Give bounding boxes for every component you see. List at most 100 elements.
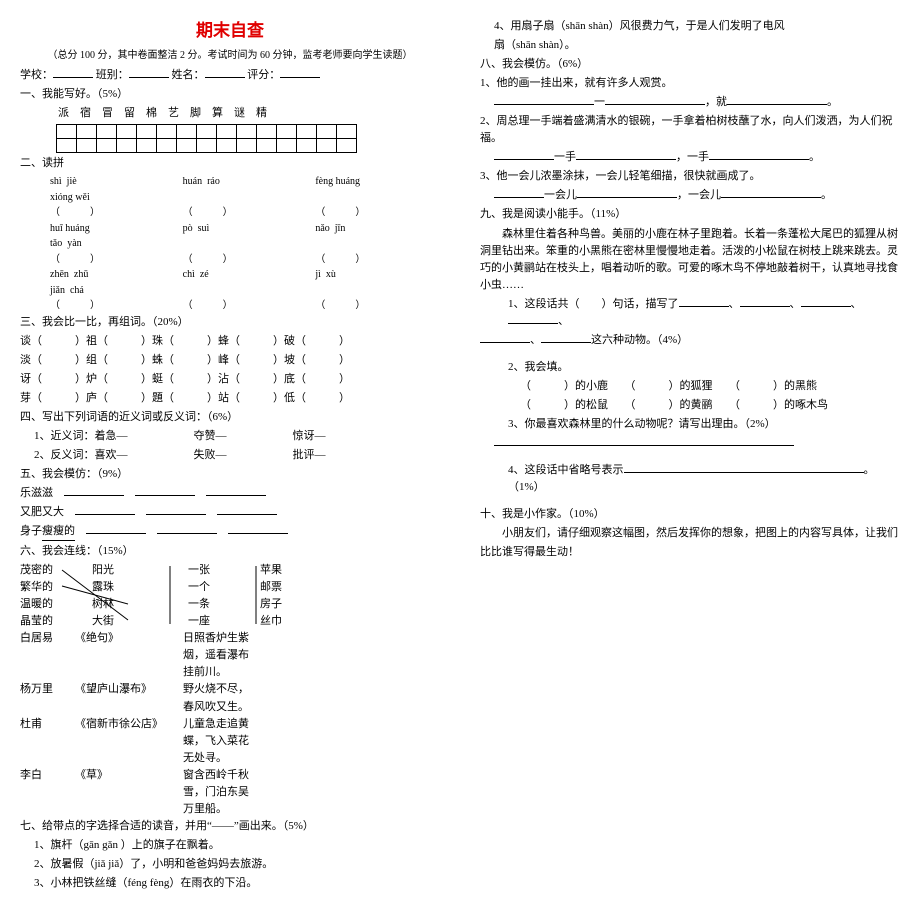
answer-paren[interactable]: （ ）: [50, 252, 175, 268]
student-info: 学校： 班别： 姓名： 评分：: [20, 67, 440, 84]
answer-paren[interactable]: （ ）: [183, 298, 308, 314]
q6-poem[interactable]: 李白《草》窗含西岭千秋雪，门泊东吴万里船。: [20, 767, 440, 818]
q9-blank[interactable]: [494, 435, 794, 446]
q9-q2a[interactable]: （ ）的小鹿 （ ）的狐狸 （ ）的黑熊: [480, 378, 900, 395]
q8-blank[interactable]: [709, 149, 809, 160]
pinyin: chì zé: [183, 267, 308, 283]
answer-paren[interactable]: （ ）: [50, 298, 175, 314]
match-item[interactable]: 大街: [92, 613, 164, 630]
q9-q4: 4、这段话中省略号表示: [508, 464, 624, 476]
q9-q2h: 2、我会填。: [480, 359, 900, 376]
q9-blank[interactable]: [679, 296, 729, 307]
q9-q2b[interactable]: （ ）的松鼠 （ ）的黄鹂 （ ）的啄木鸟: [480, 397, 900, 414]
q6-match[interactable]: 茂密的阳光 一张苹果 繁华的露珠 一个邮票 温暖的树林 一条房子 晶莹的大街 一座丝巾: [20, 562, 440, 630]
q2-row2: huī huáng pò suì nǎo jīn tǎo yàn: [50, 221, 440, 252]
match-item[interactable]: 露珠: [92, 579, 164, 596]
q6-poem[interactable]: 杜甫《宿新市徐公店》儿童急走追黄蝶，飞入菜花无处寻。: [20, 716, 440, 767]
q5-blank[interactable]: [86, 523, 146, 534]
q5-blank[interactable]: [157, 523, 217, 534]
q10-p2: 比比谁写得最生动！: [480, 544, 900, 561]
q3-l1[interactable]: 淡（ ）组（ ）蛛（ ）峰（ ）坡（ ）: [20, 352, 440, 369]
q9-blank[interactable]: [508, 313, 558, 324]
q9-blank[interactable]: [624, 462, 864, 473]
blank-name[interactable]: [205, 67, 245, 78]
q9-blank[interactable]: [801, 296, 851, 307]
pinyin: pò suì: [183, 221, 308, 237]
q6-poem[interactable]: 杨万里《望庐山瀑布》野火烧不尽，春风吹又生。: [20, 681, 440, 715]
q9-blank[interactable]: [740, 296, 790, 307]
q5-blank[interactable]: [206, 485, 266, 496]
q2-row3: zhēn zhū chì zé jì xù jiǎn chá: [50, 267, 440, 298]
q9-blank[interactable]: [480, 332, 530, 343]
blank-class[interactable]: [129, 67, 169, 78]
q8-blank[interactable]: [494, 187, 544, 198]
q3-l2[interactable]: 讶（ ）炉（ ）蜓（ ）沾（ ）底（ ）: [20, 371, 440, 388]
q2-heading: 二、读拼: [20, 155, 440, 172]
pinyin: huī huáng: [50, 221, 175, 237]
q8-blank[interactable]: [494, 94, 594, 105]
q5-blank[interactable]: [75, 504, 135, 515]
q8-blank[interactable]: [576, 149, 676, 160]
q4-heading: 四、写出下列词语的近义词或反义词：（6%）: [20, 409, 440, 426]
q8-word: ，就: [705, 96, 727, 108]
q8-blank[interactable]: [727, 94, 827, 105]
answer-paren[interactable]: （ ）: [183, 205, 308, 221]
answer-paren[interactable]: （ ）: [315, 205, 440, 221]
q7-l5[interactable]: 扇（shān shàn）。: [480, 37, 900, 54]
q8-s2: 2、周总理一手端着盛满清水的银碗，一手拿着柏树枝蘸了水，向人们泼洒，为人们祝福。: [480, 113, 900, 147]
match-item[interactable]: 一张: [188, 562, 260, 579]
q8-blank[interactable]: [577, 187, 677, 198]
q4-l2[interactable]: 2、反义词：喜欢— 失败— 批评—: [20, 447, 440, 464]
match-item[interactable]: 晶莹的: [20, 613, 92, 630]
q1-heading: 一、我能写好。（5%）: [20, 86, 440, 103]
q5-l3a: 身子: [20, 525, 42, 537]
blank-school[interactable]: [53, 67, 93, 78]
match-item[interactable]: 邮票: [260, 579, 332, 596]
q6-poem[interactable]: 白居易《绝句》日照香炉生紫烟，遥看瀑布挂前川。: [20, 630, 440, 681]
match-item[interactable]: 繁华的: [20, 579, 92, 596]
q5-blank[interactable]: [228, 523, 288, 534]
q3-l0[interactable]: 谈（ ）祖（ ）珠（ ）蜂（ ）破（ ）: [20, 333, 440, 350]
q7-l4[interactable]: 4、用扇子扇（shān shàn）风很费力气，于是人们发明了电风: [480, 18, 900, 35]
q10-heading: 十、我是小作家。（10%）: [480, 506, 900, 523]
answer-paren[interactable]: （ ）: [315, 252, 440, 268]
exam-title: 期末自查: [20, 18, 440, 44]
answer-paren[interactable]: （ ）: [315, 298, 440, 314]
q4-l1[interactable]: 1、近义词：着急— 夺赞— 惊讶—: [20, 428, 440, 445]
label-class: 班别：: [96, 69, 129, 81]
match-item[interactable]: 温暖的: [20, 596, 92, 613]
match-item[interactable]: 茂密的: [20, 562, 92, 579]
match-item[interactable]: 一个: [188, 579, 260, 596]
q5-blank[interactable]: [135, 485, 195, 496]
q8-word: ，一手: [676, 151, 709, 163]
q8-blank[interactable]: [605, 94, 705, 105]
q7-l2[interactable]: 2、放暑假（jiǎ jiǎ）了，小明和爸爸妈妈去旅游。: [20, 856, 440, 873]
q5-blank[interactable]: [146, 504, 206, 515]
answer-paren[interactable]: （ ）: [50, 205, 175, 221]
q1-boxgrid[interactable]: [56, 124, 357, 153]
match-item[interactable]: 房子: [260, 596, 332, 613]
match-item[interactable]: 一座: [188, 613, 260, 630]
q5-l2: 又肥又大: [20, 506, 64, 518]
match-item[interactable]: 阳光: [92, 562, 164, 579]
q8-blank[interactable]: [494, 149, 554, 160]
q5-blank[interactable]: [64, 485, 124, 496]
q7-l3[interactable]: 3、小林把铁丝缝（féng fèng）在雨衣的下沿。: [20, 875, 440, 892]
pinyin: shì jiè: [50, 174, 175, 190]
match-item[interactable]: 树林: [92, 596, 164, 613]
q5-blank[interactable]: [217, 504, 277, 515]
q9-blank[interactable]: [541, 332, 591, 343]
pinyin: jì xù: [315, 267, 440, 283]
q3-l3[interactable]: 芽（ ）庐（ ）題（ ）站（ ）低（ ）: [20, 390, 440, 407]
blank-score[interactable]: [280, 67, 320, 78]
match-item[interactable]: 苹果: [260, 562, 332, 579]
match-item[interactable]: 丝巾: [260, 613, 332, 630]
pinyin: zhēn zhū: [50, 267, 175, 283]
q8-blank[interactable]: [721, 187, 821, 198]
q8-s3: 3、他一会儿浓墨涂抹，一会儿轻笔细描，很快就画成了。: [480, 168, 900, 185]
q6-heading: 六、我会连线：（15%）: [20, 543, 440, 560]
pinyin: nǎo jīn: [315, 221, 440, 237]
match-item[interactable]: 一条: [188, 596, 260, 613]
q7-l1[interactable]: 1、旗杆（gān gǎn ）上的旗子在飘着。: [20, 837, 440, 854]
answer-paren[interactable]: （ ）: [183, 252, 308, 268]
